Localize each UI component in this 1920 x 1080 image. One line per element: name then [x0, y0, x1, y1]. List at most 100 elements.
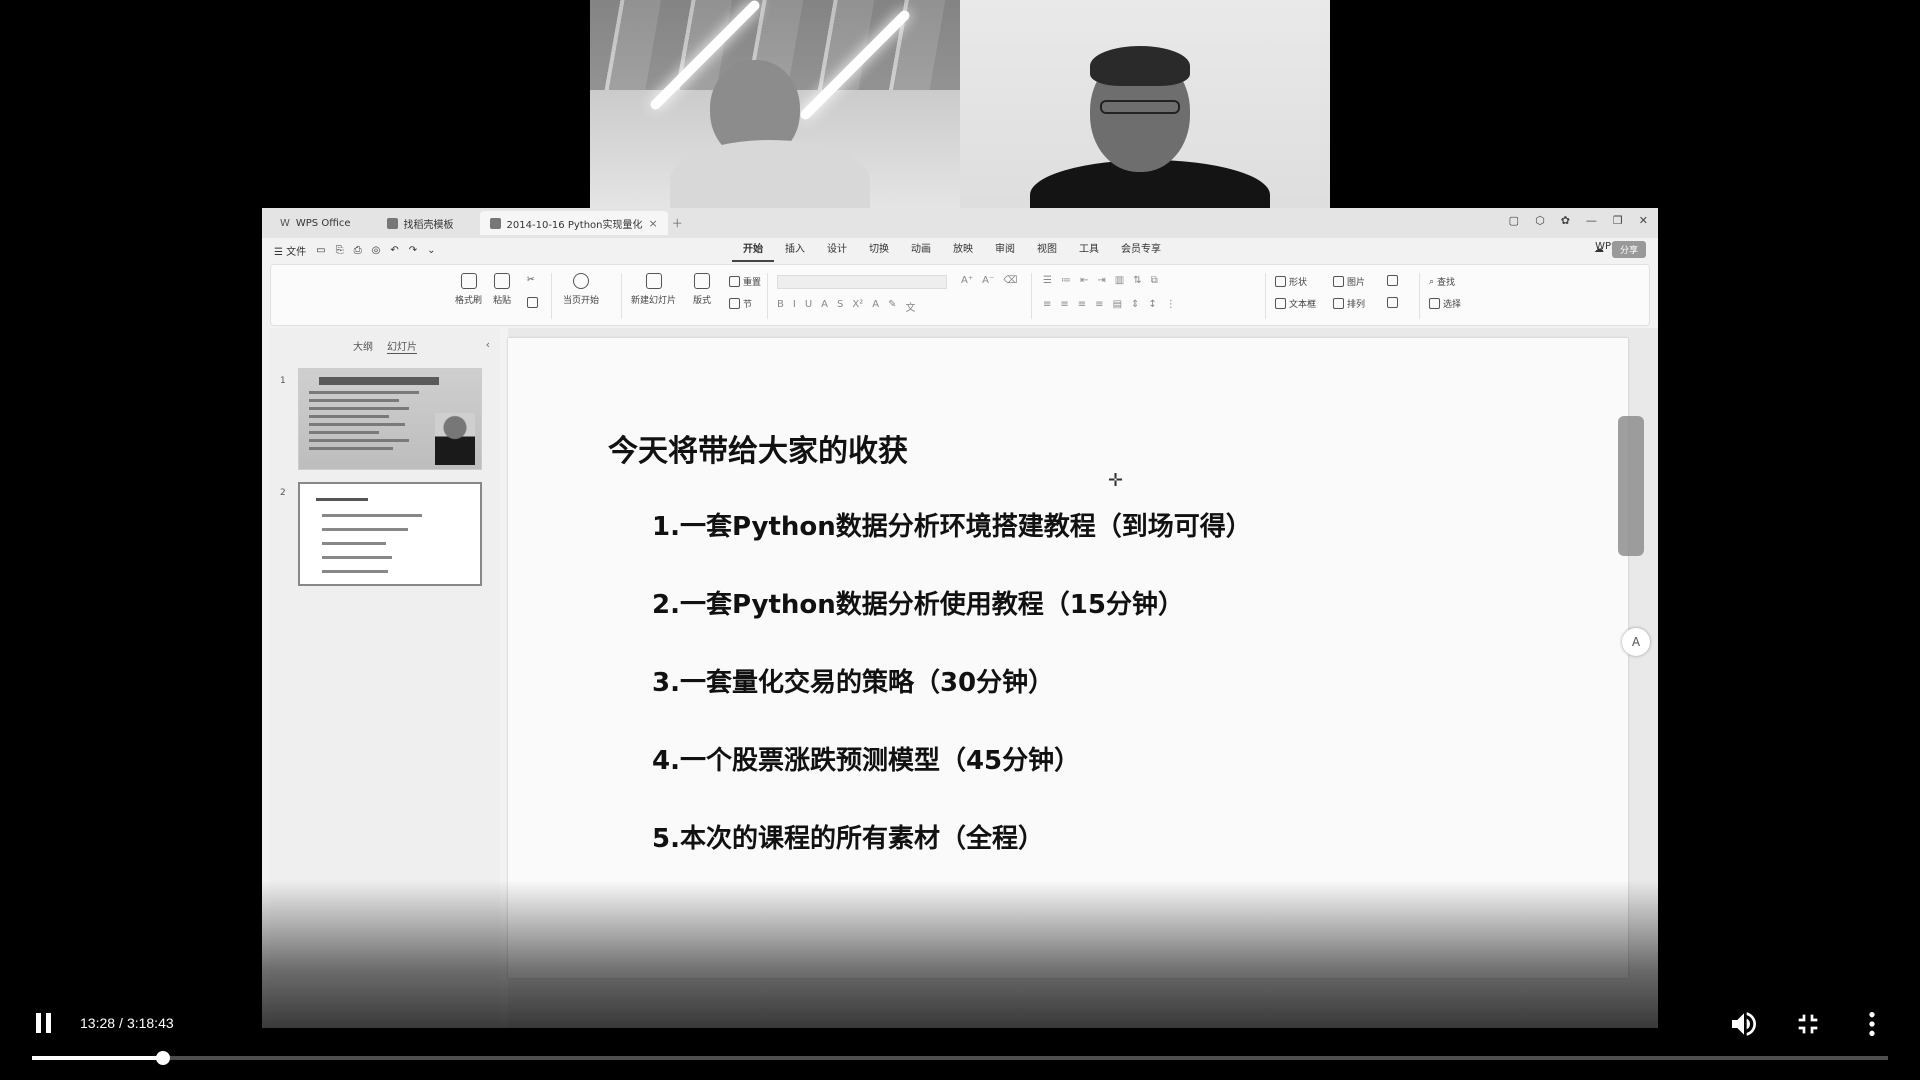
- person-body: [670, 140, 870, 208]
- para-spacing-icon[interactable]: ⋮: [1166, 299, 1176, 310]
- textbox-button[interactable]: 文本框: [1275, 297, 1316, 310]
- align-right-icon[interactable]: ≡: [1078, 299, 1086, 310]
- outline-tab[interactable]: 大纲: [353, 338, 373, 354]
- file-menu[interactable]: ☰ 文件: [274, 243, 306, 258]
- tab-8[interactable]: 视图: [1026, 238, 1068, 262]
- video-player[interactable]: W WPS Office 找稻壳模板 2014-10-16 Python实现量化…: [0, 0, 1920, 1080]
- slide-thumbnail-2[interactable]: [298, 482, 482, 586]
- outline-button[interactable]: [1387, 297, 1398, 308]
- bullets-icon[interactable]: ☰: [1043, 275, 1052, 286]
- slide-bullet-4[interactable]: 4.一个股票涨跌预测模型（45分钟）: [652, 740, 1080, 777]
- tab-10[interactable]: 会员专享: [1110, 238, 1172, 262]
- increase-font-icon[interactable]: A⁺: [961, 275, 973, 286]
- preview-icon[interactable]: ◎: [372, 245, 381, 256]
- cube-icon[interactable]: ⬡: [1535, 214, 1545, 227]
- tab-3[interactable]: 设计: [816, 238, 858, 262]
- tab-4[interactable]: 切换: [858, 238, 900, 262]
- collapse-panel-icon[interactable]: ‹: [486, 338, 490, 351]
- tab-template[interactable]: 找稻壳模板: [377, 211, 464, 235]
- cut-button[interactable]: ✂: [527, 275, 535, 285]
- slide-bullet-1[interactable]: 1.一套Python数据分析环境搭建教程（到场可得）: [652, 506, 1252, 543]
- more-options-button[interactable]: [1856, 1008, 1888, 1040]
- fill-button[interactable]: [1387, 275, 1398, 286]
- italic-icon[interactable]: I: [793, 299, 796, 314]
- superscript-icon[interactable]: X²: [852, 299, 863, 314]
- pause-button[interactable]: [36, 1013, 56, 1035]
- more-icon[interactable]: ⌄: [427, 245, 435, 256]
- save-icon[interactable]: ▭: [316, 245, 325, 256]
- decrease-font-icon[interactable]: A⁻: [982, 275, 994, 286]
- play-from-current-button[interactable]: 当页开始: [563, 273, 599, 306]
- picture-button[interactable]: 图片: [1333, 275, 1365, 288]
- bold-icon[interactable]: B: [777, 299, 784, 314]
- new-slide-button[interactable]: 新建幻灯片: [631, 273, 676, 306]
- cloud-icon[interactable]: ☁: [1594, 244, 1604, 255]
- volume-button[interactable]: [1728, 1008, 1760, 1040]
- distribute-icon[interactable]: ▤: [1113, 299, 1122, 310]
- slides-tab[interactable]: 幻灯片: [387, 338, 417, 354]
- tab-1[interactable]: 开始: [732, 238, 774, 262]
- columns-icon[interactable]: ▥: [1115, 275, 1124, 286]
- line-spacing-icon[interactable]: ↕: [1148, 299, 1156, 310]
- restore-icon[interactable]: ❐: [1613, 214, 1623, 227]
- assistant-bubble-icon[interactable]: A: [1622, 628, 1650, 656]
- progress-bar[interactable]: [32, 1051, 1888, 1065]
- progress-handle[interactable]: [156, 1051, 171, 1065]
- redo-icon[interactable]: ↷: [409, 245, 417, 256]
- arrange-button[interactable]: 排列: [1333, 297, 1365, 310]
- skin-icon[interactable]: ✿: [1561, 214, 1570, 227]
- tab-document[interactable]: 2014-10-16 Python实现量化 ×: [479, 211, 668, 235]
- thumb-photo: [435, 413, 475, 465]
- font-color-icon[interactable]: A: [872, 299, 879, 314]
- find-button[interactable]: ⌕ 查找: [1429, 275, 1455, 289]
- slide-thumbnail-1[interactable]: [298, 368, 482, 470]
- paste-button[interactable]: 粘贴: [493, 273, 511, 306]
- tab-6[interactable]: 放映: [942, 238, 984, 262]
- close-icon[interactable]: ✕: [1639, 214, 1648, 227]
- slide-title[interactable]: 今天将带给大家的收获: [608, 426, 908, 470]
- slide-bullet-3[interactable]: 3.一套量化交易的策略（30分钟）: [652, 662, 1054, 699]
- undo-icon[interactable]: ↶: [390, 245, 398, 256]
- copy-button[interactable]: [527, 297, 538, 308]
- char-spacing-icon[interactable]: 文: [905, 299, 915, 314]
- align-left-icon[interactable]: ≡: [1043, 299, 1051, 310]
- export-icon[interactable]: ⎘: [336, 245, 344, 256]
- share-button[interactable]: 分享: [1611, 241, 1646, 258]
- layout-icon[interactable]: ▢: [1509, 214, 1519, 227]
- minimize-icon[interactable]: —: [1586, 214, 1597, 227]
- tab-label: 找稻壳模板: [403, 219, 454, 231]
- outdent-icon[interactable]: ⇤: [1080, 275, 1088, 286]
- tab-7[interactable]: 审阅: [984, 238, 1026, 262]
- exit-fullscreen-button[interactable]: [1792, 1008, 1824, 1040]
- tab-2[interactable]: 插入: [774, 238, 816, 262]
- reset-button[interactable]: 重置: [729, 275, 761, 288]
- strikethrough-icon[interactable]: S: [837, 299, 843, 314]
- select-button[interactable]: 选择: [1429, 297, 1461, 310]
- tab-wps-office[interactable]: W WPS Office: [270, 211, 361, 235]
- text-direction-icon[interactable]: ⇅: [1133, 275, 1141, 286]
- section-button[interactable]: 节: [729, 297, 752, 310]
- slide-bullet-5[interactable]: 5.本次的课程的所有素材（全程）: [652, 818, 1044, 855]
- valign-icon[interactable]: ⇕: [1131, 299, 1139, 310]
- justify-icon[interactable]: ≡: [1095, 299, 1103, 310]
- print-icon[interactable]: ⎙: [354, 245, 362, 256]
- numbering-icon[interactable]: ≔: [1061, 275, 1071, 286]
- layout-button[interactable]: 版式: [693, 273, 711, 306]
- floating-side-toolbar[interactable]: [1618, 416, 1644, 556]
- clear-format-icon[interactable]: ⌫: [1003, 275, 1017, 286]
- new-tab-icon[interactable]: ＋: [672, 215, 683, 231]
- slide-bullet-2[interactable]: 2.一套Python数据分析使用教程（15分钟）: [652, 584, 1184, 621]
- format-painter-button[interactable]: 格式刷: [455, 273, 482, 306]
- indent-icon[interactable]: ⇥: [1097, 275, 1105, 286]
- close-tab-icon[interactable]: ×: [649, 217, 658, 230]
- shape-button[interactable]: 形状: [1275, 275, 1307, 288]
- tab-5[interactable]: 动画: [900, 238, 942, 262]
- align-center-icon[interactable]: ≡: [1060, 299, 1068, 310]
- highlight-icon[interactable]: ✎: [888, 299, 896, 314]
- underline-icon[interactable]: U: [805, 299, 812, 314]
- paste-label: 粘贴: [493, 296, 512, 306]
- font-family-select[interactable]: [777, 275, 947, 289]
- tab-9[interactable]: 工具: [1068, 238, 1110, 262]
- convert-icon[interactable]: ⧉: [1151, 275, 1158, 286]
- shadow-icon[interactable]: A: [821, 299, 828, 314]
